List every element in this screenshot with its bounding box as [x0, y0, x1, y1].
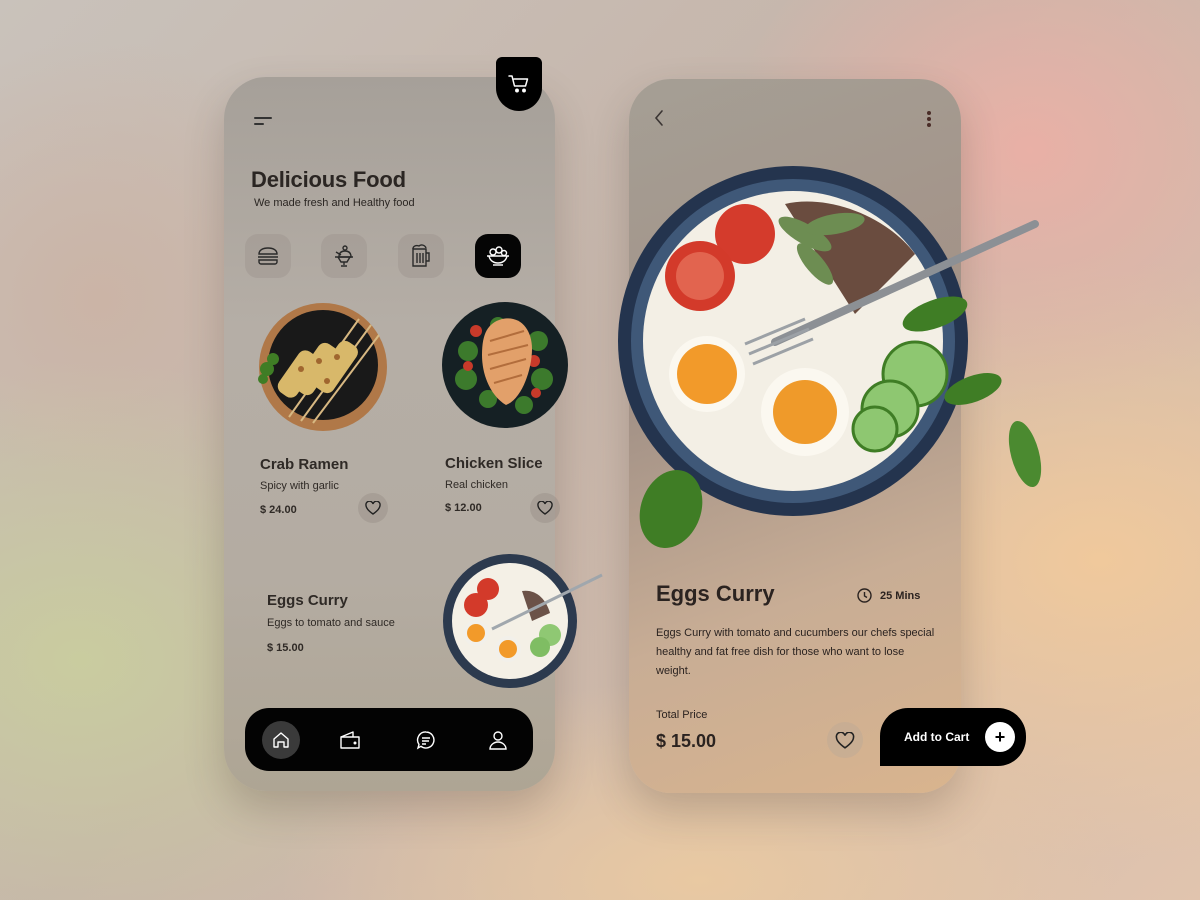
- dish-name: Chicken Slice: [445, 455, 543, 472]
- add-to-cart-button[interactable]: Add to Cart +: [880, 708, 1026, 766]
- dish-name: Crab Ramen: [260, 456, 349, 473]
- heart-icon: [537, 501, 553, 515]
- dish-image-chicken-slice[interactable]: [438, 301, 572, 429]
- favorite-button[interactable]: [827, 722, 863, 758]
- nav-wallet[interactable]: [331, 721, 369, 759]
- plus-icon: +: [985, 722, 1015, 752]
- category-beer[interactable]: [398, 234, 444, 278]
- dish-image-crab-ramen[interactable]: [249, 299, 395, 435]
- cart-button[interactable]: [496, 57, 542, 111]
- nav-chat[interactable]: [407, 721, 445, 759]
- total-price-label: Total Price: [656, 709, 708, 721]
- profile-icon: [489, 731, 507, 750]
- detail-screen: Eggs Curry 25 Mins Eggs Curry with tomat…: [618, 79, 1042, 793]
- category-dessert[interactable]: [321, 234, 367, 278]
- menu-icon[interactable]: [254, 117, 272, 127]
- nav-profile[interactable]: [479, 721, 517, 759]
- dish-price: $ 24.00: [260, 504, 297, 516]
- beer-icon: [412, 244, 430, 267]
- home-screen: Delicious Food We made fresh and Healthy…: [224, 57, 603, 791]
- add-to-cart-label: Add to Cart: [904, 730, 970, 744]
- dish-description: Spicy with garlic: [260, 480, 339, 492]
- dish-image-eggs-curry[interactable]: [442, 551, 612, 691]
- favorite-button[interactable]: [530, 493, 560, 523]
- bottom-nav: [245, 708, 533, 771]
- category-burger[interactable]: [245, 234, 291, 278]
- dish-hero-image: [618, 166, 1042, 548]
- favorite-button[interactable]: [358, 493, 388, 523]
- cook-time-label: 25 Mins: [880, 589, 921, 602]
- dish-description: Eggs Curry with tomato and cucumbers our…: [656, 627, 935, 677]
- dish-description: Real chicken: [445, 479, 508, 491]
- back-button[interactable]: [653, 109, 665, 132]
- cook-time: 25 Mins: [857, 588, 920, 603]
- heart-icon: [835, 731, 855, 749]
- dish-name: Eggs Curry: [267, 592, 348, 609]
- more-vertical-icon[interactable]: [927, 111, 931, 129]
- home-icon: [273, 732, 289, 748]
- chevron-left-icon: [654, 110, 663, 126]
- dish-description: Eggs to tomato and sauce: [267, 617, 395, 629]
- chat-icon: [416, 731, 435, 750]
- cart-icon: [508, 75, 529, 93]
- clock-icon: [857, 588, 872, 603]
- category-salad[interactable]: [475, 234, 521, 278]
- dish-price: $ 15.00: [267, 642, 304, 654]
- dessert-icon: [335, 245, 353, 267]
- burger-icon: [258, 247, 278, 265]
- nav-home[interactable]: [262, 721, 300, 759]
- dish-price: $ 12.00: [445, 502, 482, 514]
- page-title: Delicious Food: [251, 167, 406, 192]
- heart-icon: [365, 501, 381, 515]
- salad-icon: [487, 246, 509, 266]
- page-subtitle: We made fresh and Healthy food: [254, 197, 415, 209]
- dish-title: Eggs Curry: [656, 581, 775, 606]
- total-price-value: $ 15.00: [656, 731, 717, 751]
- wallet-icon: [340, 731, 360, 749]
